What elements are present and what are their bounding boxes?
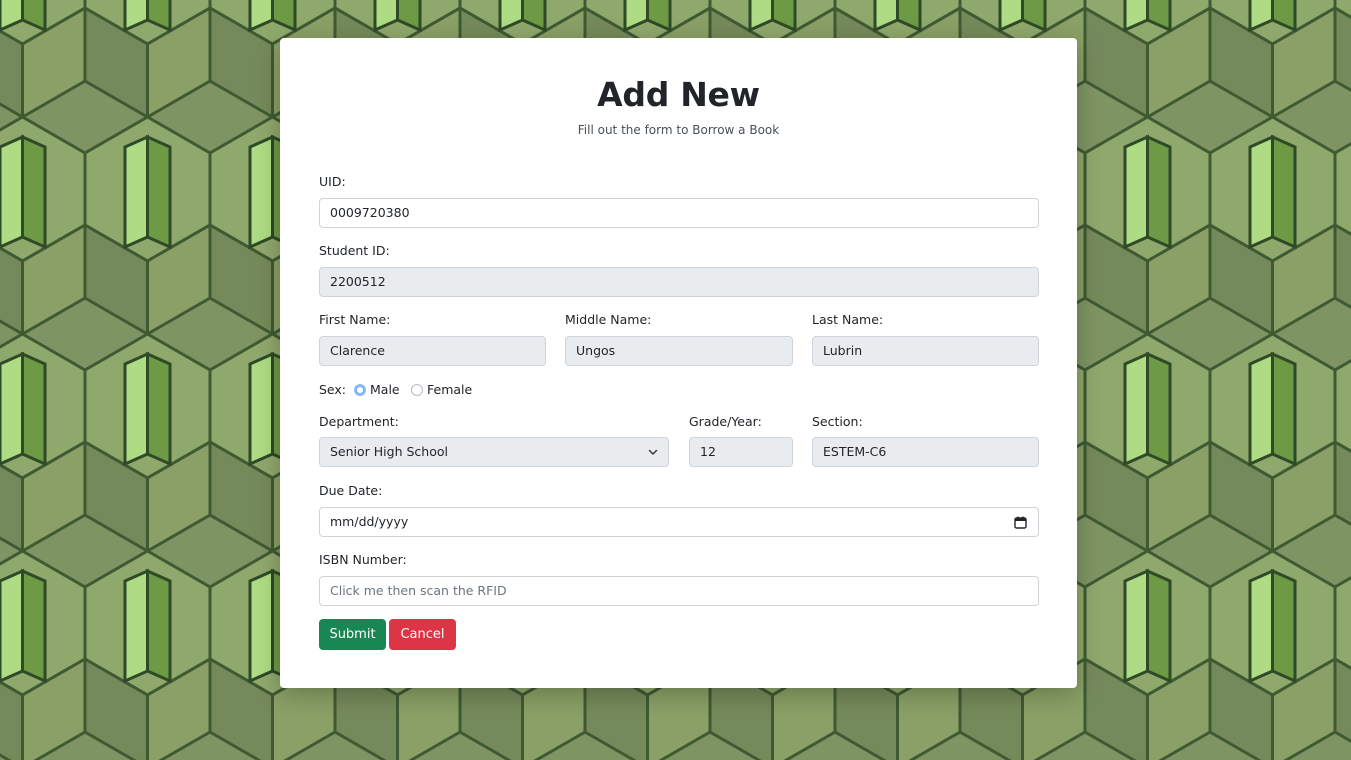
chevron-down-icon: [648, 449, 658, 455]
grade-year-value: 12: [700, 444, 716, 459]
first-name-value: Clarence: [330, 343, 385, 358]
due-date-placeholder: mm/dd/yyyy: [330, 514, 409, 529]
first-name-input[interactable]: Clarence: [319, 336, 546, 366]
uid-value: 0009720380: [330, 205, 410, 220]
due-date-label: Due Date:: [319, 483, 383, 498]
student-id-input[interactable]: 2200512: [319, 267, 1039, 297]
first-name-label: First Name:: [319, 312, 391, 327]
page-title: Add New: [597, 75, 760, 114]
sex-female-label[interactable]: Female: [427, 382, 472, 397]
section-input[interactable]: ESTEM-C6: [812, 437, 1039, 467]
middle-name-input[interactable]: Ungos: [565, 336, 793, 366]
department-label: Department:: [319, 414, 399, 429]
submit-button[interactable]: Submit: [319, 619, 386, 650]
page-subtitle: Fill out the form to Borrow a Book: [577, 123, 780, 137]
section-value: ESTEM-C6: [823, 444, 887, 459]
isbn-input[interactable]: Click me then scan the RFID: [319, 576, 1039, 606]
sex-male-label[interactable]: Male: [370, 382, 400, 397]
isbn-placeholder: Click me then scan the RFID: [330, 583, 507, 598]
grade-year-label: Grade/Year:: [689, 414, 762, 429]
uid-label: UID:: [319, 174, 346, 189]
uid-input[interactable]: 0009720380: [319, 198, 1039, 228]
last-name-value: Lubrin: [823, 343, 863, 358]
sex-male-radio[interactable]: [354, 384, 366, 396]
calendar-icon[interactable]: [1014, 516, 1027, 529]
isbn-label: ISBN Number:: [319, 552, 407, 567]
middle-name-value: Ungos: [576, 343, 616, 358]
sex-label: Sex:: [319, 382, 347, 397]
student-id-label: Student ID:: [319, 243, 390, 258]
cancel-button[interactable]: Cancel: [389, 619, 456, 650]
student-id-value: 2200512: [330, 274, 386, 289]
borrow-form-card: Add New Fill out the form to Borrow a Bo…: [280, 38, 1077, 688]
department-value: Senior High School: [330, 444, 448, 459]
last-name-label: Last Name:: [812, 312, 884, 327]
grade-year-input[interactable]: 12: [689, 437, 793, 467]
section-label: Section:: [812, 414, 863, 429]
department-select[interactable]: Senior High School: [319, 437, 669, 467]
due-date-input[interactable]: mm/dd/yyyy: [319, 507, 1039, 537]
middle-name-label: Middle Name:: [565, 312, 652, 327]
last-name-input[interactable]: Lubrin: [812, 336, 1039, 366]
sex-female-radio[interactable]: [411, 384, 423, 396]
